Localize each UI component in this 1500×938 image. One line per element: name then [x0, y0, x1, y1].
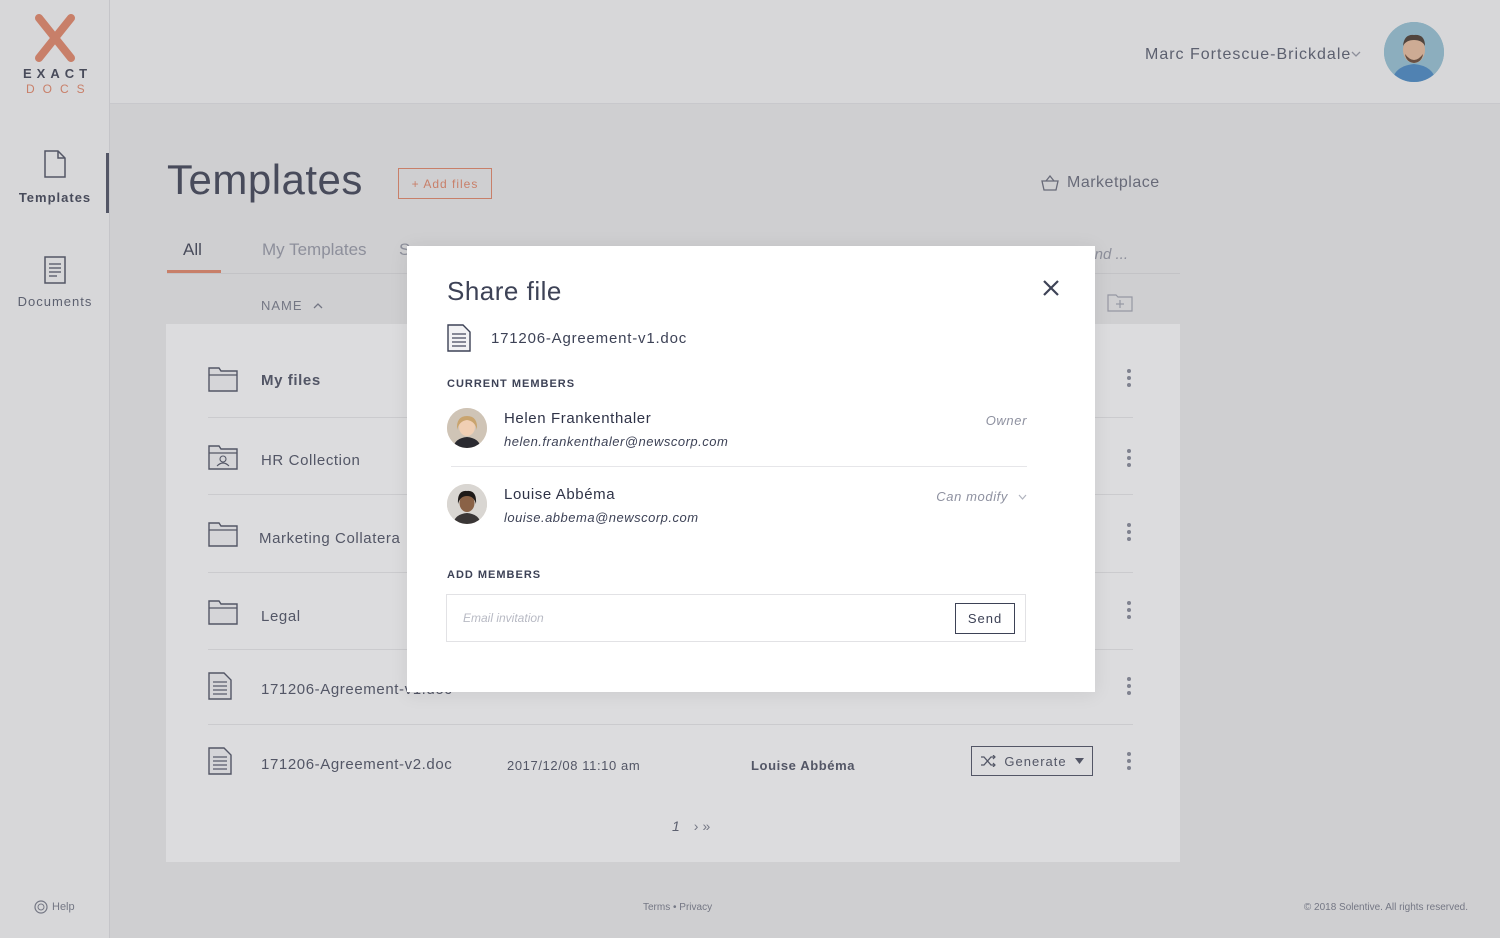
avatar-image [447, 408, 487, 448]
avatar-image [447, 484, 487, 524]
share-file-modal: Share file 171206-Agreement-v1.doc CURRE… [407, 246, 1095, 692]
divider [451, 466, 1027, 467]
member-name: Louise Abbéma [504, 486, 616, 503]
member-email: louise.abbema@newscorp.com [504, 510, 699, 525]
member-role-dropdown[interactable]: Can modify [936, 489, 1027, 504]
member-name: Helen Frankenthaler [504, 410, 652, 427]
modal-title: Share file [447, 276, 562, 306]
member-item: Louise Abbéma louise.abbema@newscorp.com… [447, 484, 1027, 534]
chevron-down-icon [1018, 494, 1027, 500]
shared-file-name: 171206-Agreement-v1.doc [491, 329, 688, 347]
member-email: helen.frankenthaler@newscorp.com [504, 434, 729, 449]
document-icon [447, 324, 471, 352]
current-members-heading: CURRENT MEMBERS [447, 378, 576, 390]
close-icon [1043, 280, 1059, 296]
close-button[interactable] [1039, 276, 1063, 300]
member-role: Can modify [936, 489, 1008, 504]
member-role: Owner [985, 413, 1027, 428]
shared-file: 171206-Agreement-v1.doc [447, 324, 687, 352]
email-invitation-input[interactable] [447, 595, 947, 641]
add-members-heading: ADD MEMBERS [447, 569, 542, 581]
invite-field-group: Send [446, 594, 1026, 642]
avatar [447, 484, 487, 524]
send-button[interactable]: Send [955, 603, 1015, 634]
avatar [447, 408, 487, 448]
member-item: Helen Frankenthaler helen.frankenthaler@… [447, 408, 1027, 458]
